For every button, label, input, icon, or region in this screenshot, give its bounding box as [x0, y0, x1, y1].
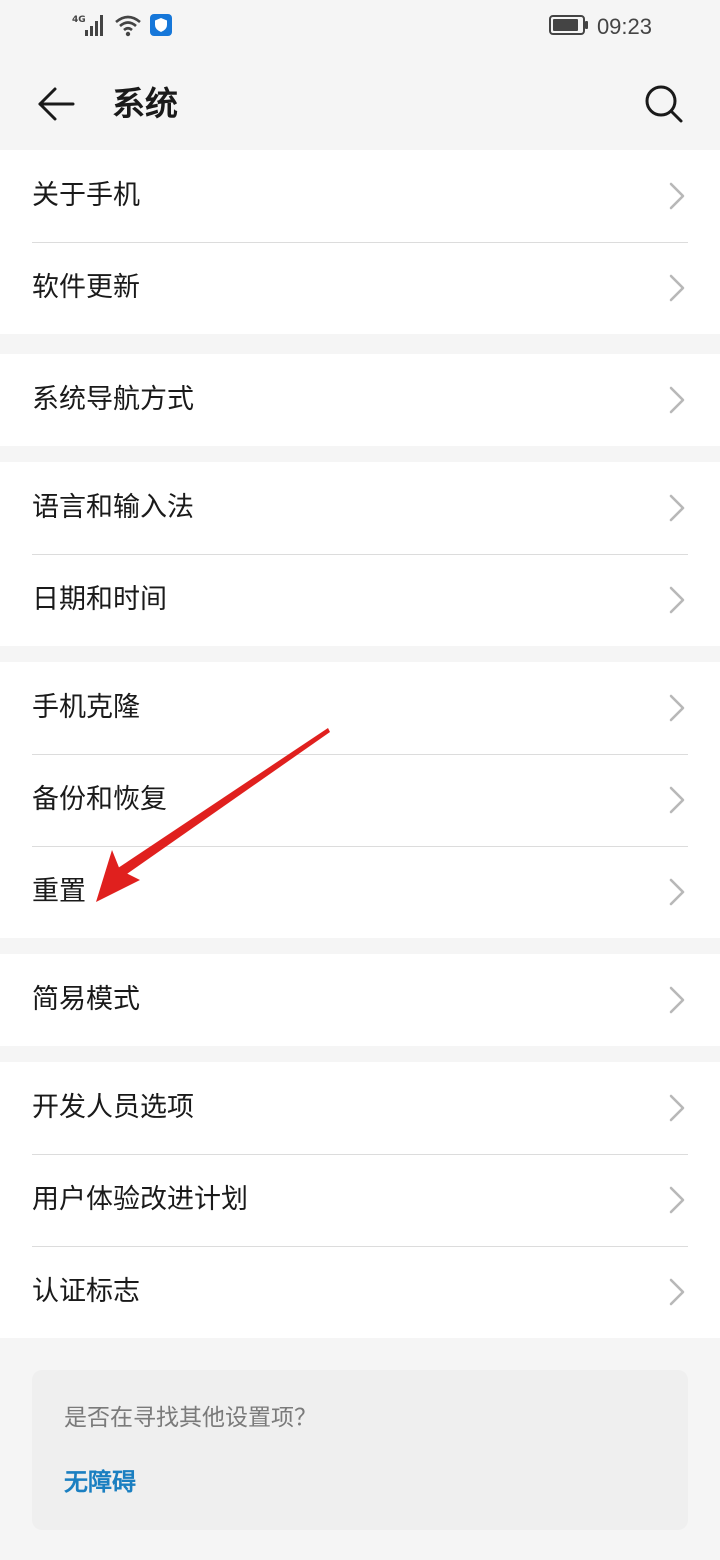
settings-item-label: 手机克隆 [32, 692, 140, 723]
wifi-icon [114, 13, 142, 41]
clock: 09:23 [596, 14, 652, 39]
status-right: 09:23 [548, 14, 652, 40]
back-button[interactable] [30, 78, 82, 130]
chevron-right-icon [669, 1186, 685, 1214]
battery-icon [548, 14, 589, 40]
network-type-label: 4G [72, 15, 86, 25]
settings-group-backup: 手机克隆 备份和恢复 重置 [0, 662, 720, 938]
chevron-right-icon [669, 1278, 685, 1306]
settings-item-developer-options[interactable]: 开发人员选项 [0, 1062, 720, 1154]
settings-item-label: 日期和时间 [32, 584, 167, 615]
settings-item-date-time[interactable]: 日期和时间 [0, 554, 720, 646]
search-button[interactable] [638, 78, 690, 130]
settings-item-system-navigation[interactable]: 系统导航方式 [0, 354, 720, 446]
settings-item-label: 关于手机 [32, 180, 140, 211]
settings-item-certification[interactable]: 认证标志 [0, 1246, 720, 1338]
chevron-right-icon [669, 586, 685, 614]
settings-item-label: 系统导航方式 [32, 384, 194, 415]
suggestion-card: 是否在寻找其他设置项？ 无障碍 [32, 1370, 688, 1530]
chevron-right-icon [669, 878, 685, 906]
settings-item-language-input[interactable]: 语言和输入法 [0, 462, 720, 554]
system-settings-screen: 4G 09:23 系统 关于手机 软件更新 系统导航方式 语言和输入法 日期和时… [0, 0, 720, 1560]
settings-group-navigation: 系统导航方式 [0, 354, 720, 446]
settings-item-label: 开发人员选项 [32, 1092, 194, 1123]
settings-item-software-update[interactable]: 软件更新 [0, 242, 720, 334]
suggestion-question: 是否在寻找其他设置项？ [64, 1405, 317, 1431]
chevron-right-icon [669, 1094, 685, 1122]
accessibility-link[interactable]: 无障碍 [64, 1466, 136, 1498]
status-bar: 4G 09:23 [0, 0, 720, 56]
search-icon [645, 85, 683, 123]
app-bar: 系统 [0, 56, 720, 150]
settings-group-device: 关于手机 软件更新 [0, 150, 720, 334]
page-title: 系统 [112, 84, 178, 123]
settings-group-simple-mode: 简易模式 [0, 954, 720, 1046]
settings-item-reset[interactable]: 重置 [0, 846, 720, 938]
chevron-right-icon [669, 386, 685, 414]
chevron-right-icon [669, 694, 685, 722]
settings-item-label: 语言和输入法 [32, 492, 194, 523]
settings-item-backup-restore[interactable]: 备份和恢复 [0, 754, 720, 846]
settings-item-user-experience[interactable]: 用户体验改进计划 [0, 1154, 720, 1246]
settings-item-label: 备份和恢复 [32, 784, 167, 815]
settings-item-simple-mode[interactable]: 简易模式 [0, 954, 720, 1046]
settings-item-label: 认证标志 [32, 1276, 140, 1307]
settings-item-label: 用户体验改进计划 [32, 1184, 248, 1215]
settings-item-phone-clone[interactable]: 手机克隆 [0, 662, 720, 754]
settings-item-label: 软件更新 [32, 272, 140, 303]
shield-icon [150, 14, 172, 40]
chevron-right-icon [669, 274, 685, 302]
status-left: 4G [72, 14, 172, 40]
settings-group-developer: 开发人员选项 用户体验改进计划 认证标志 [0, 1062, 720, 1338]
settings-item-about-phone[interactable]: 关于手机 [0, 150, 720, 242]
chevron-right-icon [669, 182, 685, 210]
settings-group-language-time: 语言和输入法 日期和时间 [0, 462, 720, 646]
settings-item-label: 简易模式 [32, 984, 140, 1015]
arrow-left-icon [38, 87, 75, 121]
signal-icon: 4G [72, 13, 106, 41]
settings-item-label: 重置 [32, 876, 86, 907]
chevron-right-icon [669, 986, 685, 1014]
chevron-right-icon [669, 494, 685, 522]
chevron-right-icon [669, 786, 685, 814]
